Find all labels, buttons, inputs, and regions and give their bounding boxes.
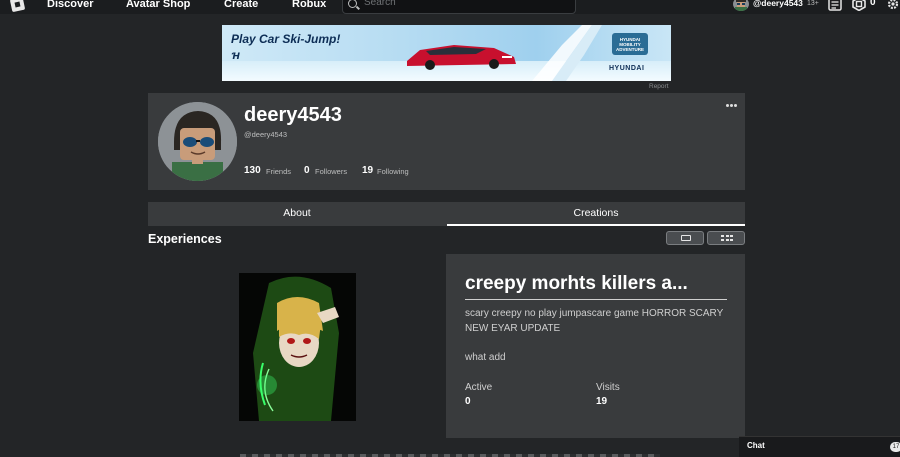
followers-count[interactable]: 0 [304, 165, 310, 176]
single-view-icon [681, 235, 691, 241]
nav-link-robux[interactable]: Robux [292, 0, 326, 10]
following-label[interactable]: Following [377, 167, 409, 176]
profile-avatar [158, 102, 237, 181]
robux-balance: 0 [870, 0, 876, 8]
chat-count-badge: 17 [890, 442, 900, 452]
friends-label[interactable]: Friends [266, 167, 291, 176]
ad-badge-text: HYUNDAI MOBILITY ADVENTURE [615, 37, 644, 52]
friends-count[interactable]: 130 [244, 165, 261, 176]
experience-card[interactable]: creepy morhts killers a... scary creepy … [148, 254, 745, 438]
nav-avatar[interactable] [733, 0, 749, 11]
search-placeholder: Search [364, 0, 396, 8]
car-icon [407, 45, 516, 70]
search-icon [348, 0, 357, 8]
experience-description: scary creepy no play jumpascare game HOR… [465, 308, 724, 334]
visits-value: 19 [596, 396, 608, 407]
followers-label[interactable]: Followers [315, 167, 347, 176]
active-label: Active [465, 382, 493, 393]
ad-brand: HYUNDAI [609, 65, 645, 72]
tab-creations[interactable]: Creations [447, 202, 745, 226]
experience-thumbnail[interactable] [239, 273, 356, 421]
tab-about[interactable]: About [148, 202, 446, 226]
ad-badge: HYUNDAI MOBILITY ADVENTURE [612, 33, 648, 55]
more-options-icon[interactable] [726, 104, 738, 107]
chat-bar[interactable]: Chat 17 [739, 436, 900, 457]
experience-note: what add [465, 352, 506, 363]
nav-link-discover[interactable]: Discover [47, 0, 93, 10]
profile-handle: @deery4543 [244, 130, 288, 139]
nav-link-avatar-shop[interactable]: Avatar Shop [126, 0, 190, 10]
title-divider [465, 299, 727, 300]
chat-label[interactable]: Chat [747, 441, 765, 450]
top-nav: Discover Avatar Shop Create Robux Search… [0, 0, 900, 14]
single-view-button[interactable] [666, 231, 704, 245]
profile-username: deery4543 [244, 104, 342, 126]
following-count[interactable]: 19 [362, 165, 373, 176]
ad-banner[interactable]: Play Car Ski-Jump! Ɦ HYUNDAI MOBILITY AD… [222, 25, 671, 81]
grid-view-button[interactable] [707, 231, 745, 245]
nav-link-create[interactable]: Create [224, 0, 258, 10]
ad-headline: Play Car Ski-Jump! [231, 32, 341, 46]
notifications-icon[interactable] [828, 0, 842, 11]
hyundai-mark-icon: Ɦ [232, 51, 240, 61]
grid-view-icon [721, 235, 733, 241]
active-tab-indicator [447, 224, 745, 226]
active-value: 0 [465, 396, 471, 407]
nav-username[interactable]: @deery4543 [753, 0, 803, 8]
age-badge: 13+ [807, 0, 819, 7]
visits-label: Visits [596, 382, 620, 393]
profile-tabs: About Creations [148, 202, 745, 226]
search-input[interactable]: Search [342, 0, 576, 14]
section-title: Experiences [148, 232, 222, 246]
ski-jump-ramp-icon [532, 25, 602, 81]
roblox-logo-icon[interactable] [9, 0, 26, 13]
robux-icon[interactable] [852, 0, 866, 11]
settings-gear-icon[interactable] [886, 0, 900, 11]
experience-thumbnail-area [148, 254, 446, 438]
experience-title[interactable]: creepy morhts killers a... [465, 273, 688, 295]
profile-header: deery4543 @deery4543 130 Friends 0 Follo… [148, 93, 745, 190]
report-ad-link[interactable]: Report [649, 83, 669, 90]
